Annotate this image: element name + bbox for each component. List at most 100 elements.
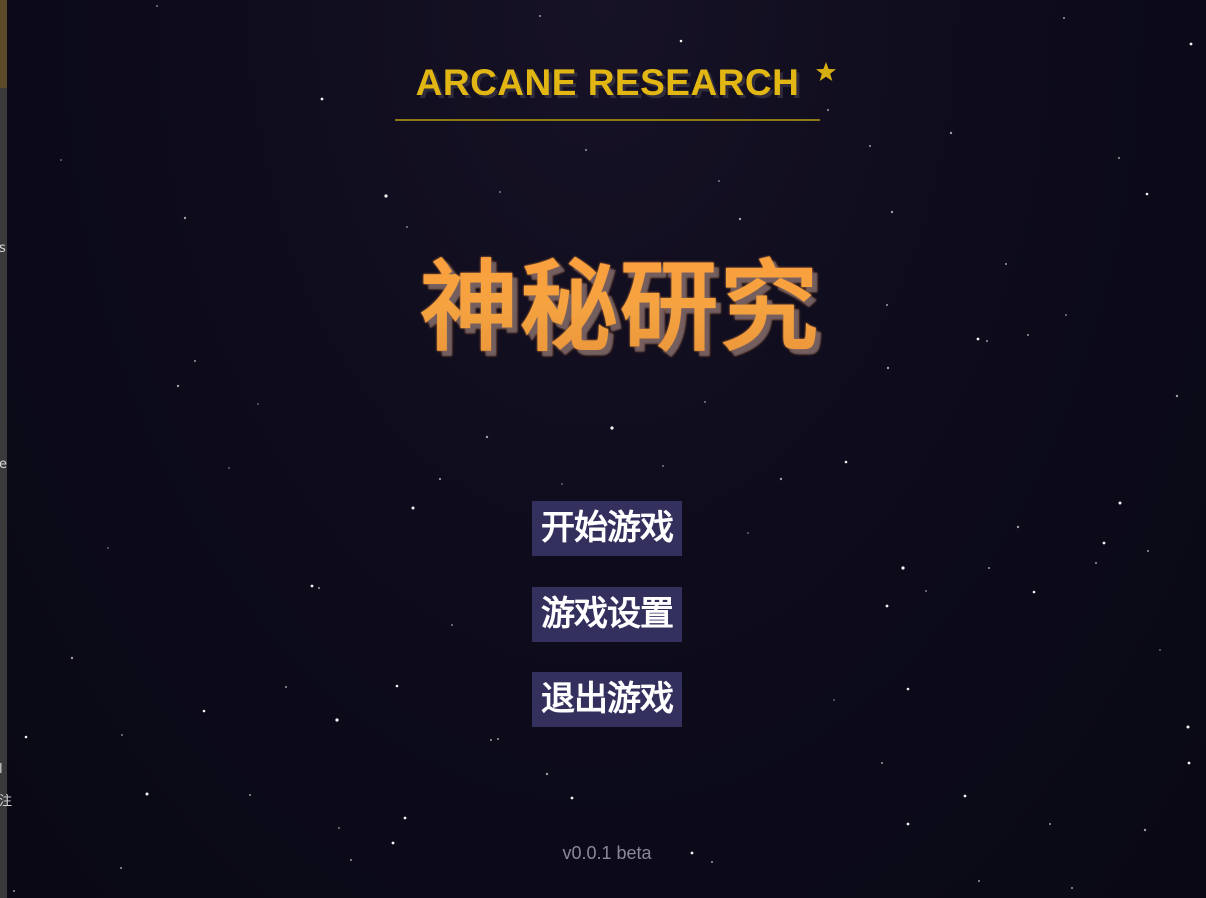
star [890, 210, 894, 214]
star [194, 360, 196, 362]
star [13, 890, 15, 892]
star [107, 547, 109, 549]
star [1065, 314, 1067, 316]
version-label: v0.0.1 beta [562, 843, 652, 863]
star [257, 403, 259, 405]
star [833, 699, 835, 701]
star [906, 687, 910, 691]
star [121, 734, 123, 736]
star [1118, 501, 1122, 505]
star [561, 483, 563, 485]
star [24, 735, 28, 739]
edge-text-fragment: l [0, 762, 3, 777]
star [976, 337, 980, 341]
star [1187, 761, 1191, 765]
star [403, 816, 407, 820]
star [202, 709, 206, 713]
edge-text-fragment: e [0, 457, 7, 472]
star [70, 656, 74, 660]
star [1063, 17, 1065, 19]
star [718, 180, 720, 182]
game-main-menu: s e l 注 ARCANE RESEARCH 神秘研究 开始游戏 游戏设置 退… [0, 0, 1206, 898]
star [183, 216, 187, 220]
edge-text-fragment: 注 [0, 794, 13, 809]
star [704, 401, 706, 403]
star [438, 477, 442, 481]
background-window-edge: s e l 注 [0, 0, 12, 898]
star [570, 796, 574, 800]
star [1159, 649, 1161, 651]
star [1175, 394, 1179, 398]
star [610, 426, 614, 430]
star [747, 532, 749, 534]
star [545, 772, 549, 776]
star [1027, 334, 1029, 336]
star [411, 506, 415, 510]
star [827, 109, 829, 111]
star [1189, 42, 1193, 46]
game-settings-button[interactable]: 游戏设置 [532, 587, 682, 642]
star [1145, 192, 1149, 196]
star [738, 217, 742, 221]
star [60, 159, 62, 161]
star [395, 684, 399, 688]
background-window-image [0, 0, 7, 88]
star [844, 460, 848, 464]
star [662, 465, 664, 467]
star [490, 739, 492, 741]
star [1186, 725, 1190, 729]
star [249, 794, 251, 796]
star [1016, 525, 1020, 529]
star [901, 566, 905, 570]
star [156, 5, 158, 7]
star [1102, 541, 1106, 545]
star [585, 149, 587, 151]
star [679, 39, 683, 43]
star [228, 467, 230, 469]
game-title: 神秘研究 [395, 228, 845, 370]
game-subtitle: ARCANE RESEARCH [415, 62, 800, 103]
starfield-background [13, 5, 1193, 892]
star [338, 827, 340, 829]
star [1147, 550, 1149, 552]
star [285, 686, 287, 688]
star [1143, 828, 1147, 832]
star [886, 366, 890, 370]
star [1118, 157, 1120, 159]
start-game-button[interactable]: 开始游戏 [532, 501, 682, 556]
star [310, 584, 314, 588]
star [986, 340, 988, 342]
star [978, 880, 980, 882]
star-icon [816, 62, 836, 81]
star [176, 384, 180, 388]
star [485, 435, 489, 439]
star [1049, 823, 1051, 825]
star [869, 145, 871, 147]
star [497, 738, 499, 740]
star [1071, 887, 1073, 889]
star [1095, 562, 1097, 564]
star [1032, 590, 1036, 594]
star [885, 604, 889, 608]
star [145, 792, 149, 796]
star [335, 718, 339, 722]
exit-game-button[interactable]: 退出游戏 [532, 672, 682, 727]
star [120, 867, 122, 869]
star [925, 590, 927, 592]
star [451, 624, 453, 626]
star [539, 15, 541, 17]
star [499, 191, 501, 193]
star [320, 97, 324, 101]
star [988, 567, 990, 569]
subtitle-underline [395, 119, 820, 121]
star [318, 587, 320, 589]
star [949, 131, 953, 135]
star [886, 304, 888, 306]
star [779, 477, 783, 481]
star [906, 822, 910, 826]
star [1005, 263, 1007, 265]
star [384, 194, 388, 198]
star [881, 762, 883, 764]
star [963, 794, 967, 798]
edge-text-fragment: s [0, 241, 6, 256]
